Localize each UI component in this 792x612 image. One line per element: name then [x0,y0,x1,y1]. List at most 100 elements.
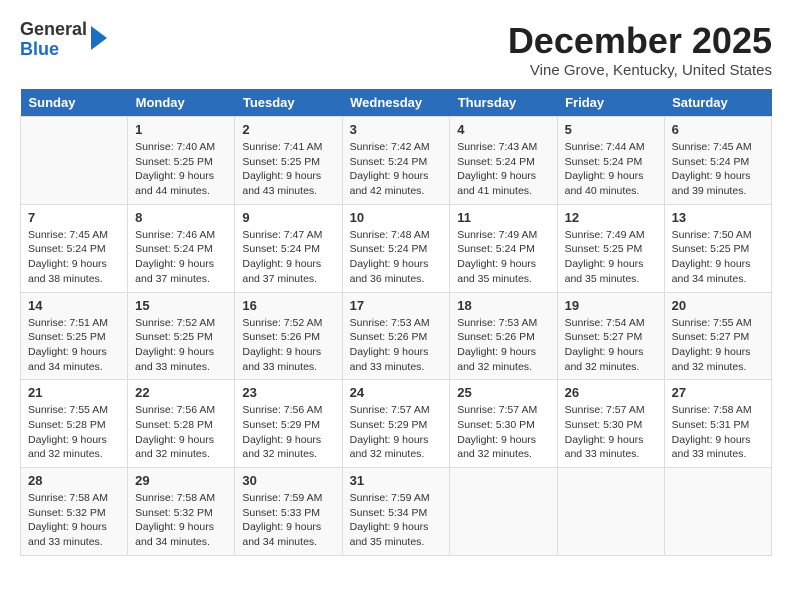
day-number: 6 [672,122,764,137]
week-row-5: 28 Sunrise: 7:58 AM Sunset: 5:32 PM Dayli… [21,468,772,556]
header-friday: Friday [557,89,664,117]
day-cell: 18 Sunrise: 7:53 AM Sunset: 5:26 PM Dayli… [450,292,557,380]
day-cell: 5 Sunrise: 7:44 AM Sunset: 5:24 PM Daylig… [557,117,664,205]
day-info: Sunrise: 7:49 AM Sunset: 5:25 PM Dayligh… [565,228,657,287]
day-number: 20 [672,298,764,313]
day-cell: 15 Sunrise: 7:52 AM Sunset: 5:25 PM Dayli… [128,292,235,380]
header-wednesday: Wednesday [342,89,450,117]
day-cell: 14 Sunrise: 7:51 AM Sunset: 5:25 PM Dayli… [21,292,128,380]
day-number: 10 [350,210,443,225]
day-number: 27 [672,385,764,400]
day-cell: 10 Sunrise: 7:48 AM Sunset: 5:24 PM Dayli… [342,204,450,292]
day-number: 22 [135,385,227,400]
header-tuesday: Tuesday [235,89,342,117]
day-cell: 24 Sunrise: 7:57 AM Sunset: 5:29 PM Dayli… [342,380,450,468]
day-cell: 13 Sunrise: 7:50 AM Sunset: 5:25 PM Dayli… [664,204,771,292]
day-info: Sunrise: 7:56 AM Sunset: 5:28 PM Dayligh… [135,403,227,462]
day-number: 28 [28,473,120,488]
day-cell: 2Sunrise: 7:41 AM Sunset: 5:25 PM Daylig… [235,117,342,205]
day-info: Sunrise: 7:53 AM Sunset: 5:26 PM Dayligh… [457,316,549,375]
day-cell: 20 Sunrise: 7:55 AM Sunset: 5:27 PM Dayli… [664,292,771,380]
day-cell: 23 Sunrise: 7:56 AM Sunset: 5:29 PM Dayli… [235,380,342,468]
day-cell: 19 Sunrise: 7:54 AM Sunset: 5:27 PM Dayli… [557,292,664,380]
week-row-2: 7 Sunrise: 7:45 AM Sunset: 5:24 PM Daylig… [21,204,772,292]
day-info: Sunrise: 7:43 AM Sunset: 5:24 PM Dayligh… [457,140,549,199]
day-number: 18 [457,298,549,313]
days-header-row: SundayMondayTuesdayWednesdayThursdayFrid… [21,89,772,117]
day-number: 14 [28,298,120,313]
day-info: Sunrise: 7:51 AM Sunset: 5:25 PM Dayligh… [28,316,120,375]
logo-general-text: General [20,19,87,39]
day-cell: 12Sunrise: 7:49 AM Sunset: 5:25 PM Dayli… [557,204,664,292]
day-cell: 30Sunrise: 7:59 AM Sunset: 5:33 PM Dayli… [235,468,342,556]
day-info: Sunrise: 7:55 AM Sunset: 5:28 PM Dayligh… [28,403,120,462]
day-info: Sunrise: 7:44 AM Sunset: 5:24 PM Dayligh… [565,140,657,199]
day-info: Sunrise: 7:46 AM Sunset: 5:24 PM Dayligh… [135,228,227,287]
day-info: Sunrise: 7:40 AM Sunset: 5:25 PM Dayligh… [135,140,227,199]
day-cell: 27 Sunrise: 7:58 AM Sunset: 5:31 PM Dayli… [664,380,771,468]
day-number: 23 [242,385,334,400]
day-number: 31 [350,473,443,488]
day-info: Sunrise: 7:52 AM Sunset: 5:25 PM Dayligh… [135,316,227,375]
day-number: 15 [135,298,227,313]
day-cell: 31 Sunrise: 7:59 AM Sunset: 5:34 PM Dayli… [342,468,450,556]
day-number: 9 [242,210,334,225]
day-info: Sunrise: 7:56 AM Sunset: 5:29 PM Dayligh… [242,403,334,462]
day-cell: 7 Sunrise: 7:45 AM Sunset: 5:24 PM Daylig… [21,204,128,292]
day-number: 29 [135,473,227,488]
day-number: 16 [242,298,334,313]
day-number: 7 [28,210,120,225]
day-number: 21 [28,385,120,400]
day-cell: 25Sunrise: 7:57 AM Sunset: 5:30 PM Dayli… [450,380,557,468]
day-info: Sunrise: 7:48 AM Sunset: 5:24 PM Dayligh… [350,228,443,287]
day-number: 17 [350,298,443,313]
day-number: 11 [457,210,549,225]
calendar-table: SundayMondayTuesdayWednesdayThursdayFrid… [20,89,772,556]
day-info: Sunrise: 7:45 AM Sunset: 5:24 PM Dayligh… [672,140,764,199]
day-cell: 1Sunrise: 7:40 AM Sunset: 5:25 PM Daylig… [128,117,235,205]
day-number: 8 [135,210,227,225]
day-cell: 21 Sunrise: 7:55 AM Sunset: 5:28 PM Dayli… [21,380,128,468]
day-info: Sunrise: 7:52 AM Sunset: 5:26 PM Dayligh… [242,316,334,375]
day-info: Sunrise: 7:49 AM Sunset: 5:24 PM Dayligh… [457,228,549,287]
day-number: 26 [565,385,657,400]
day-info: Sunrise: 7:45 AM Sunset: 5:24 PM Dayligh… [28,228,120,287]
day-number: 2 [242,122,334,137]
day-info: Sunrise: 7:59 AM Sunset: 5:34 PM Dayligh… [350,491,443,550]
day-info: Sunrise: 7:58 AM Sunset: 5:32 PM Dayligh… [135,491,227,550]
day-number: 13 [672,210,764,225]
day-number: 19 [565,298,657,313]
day-cell: 4Sunrise: 7:43 AM Sunset: 5:24 PM Daylig… [450,117,557,205]
day-info: Sunrise: 7:54 AM Sunset: 5:27 PM Dayligh… [565,316,657,375]
day-cell [664,468,771,556]
header-saturday: Saturday [664,89,771,117]
day-cell [21,117,128,205]
day-cell: 8 Sunrise: 7:46 AM Sunset: 5:24 PM Daylig… [128,204,235,292]
day-info: Sunrise: 7:53 AM Sunset: 5:26 PM Dayligh… [350,316,443,375]
day-cell: 22 Sunrise: 7:56 AM Sunset: 5:28 PM Dayli… [128,380,235,468]
header: General Blue December 2025 Vine Grove, K… [20,20,772,79]
day-number: 3 [350,122,443,137]
day-info: Sunrise: 7:57 AM Sunset: 5:29 PM Dayligh… [350,403,443,462]
header-thursday: Thursday [450,89,557,117]
logo: General Blue [20,20,107,60]
day-number: 30 [242,473,334,488]
logo-blue-text: Blue [20,39,59,59]
day-cell: 26Sunrise: 7:57 AM Sunset: 5:30 PM Dayli… [557,380,664,468]
week-row-3: 14 Sunrise: 7:51 AM Sunset: 5:25 PM Dayli… [21,292,772,380]
day-cell: 3Sunrise: 7:42 AM Sunset: 5:24 PM Daylig… [342,117,450,205]
day-number: 5 [565,122,657,137]
day-number: 24 [350,385,443,400]
day-cell: 28Sunrise: 7:58 AM Sunset: 5:32 PM Dayli… [21,468,128,556]
header-sunday: Sunday [21,89,128,117]
day-info: Sunrise: 7:50 AM Sunset: 5:25 PM Dayligh… [672,228,764,287]
header-monday: Monday [128,89,235,117]
day-info: Sunrise: 7:58 AM Sunset: 5:31 PM Dayligh… [672,403,764,462]
day-cell: 11 Sunrise: 7:49 AM Sunset: 5:24 PM Dayli… [450,204,557,292]
week-row-4: 21 Sunrise: 7:55 AM Sunset: 5:28 PM Dayli… [21,380,772,468]
day-cell: 6 Sunrise: 7:45 AM Sunset: 5:24 PM Daylig… [664,117,771,205]
day-info: Sunrise: 7:55 AM Sunset: 5:27 PM Dayligh… [672,316,764,375]
week-row-1: 1Sunrise: 7:40 AM Sunset: 5:25 PM Daylig… [21,117,772,205]
logo-block: General Blue [20,20,87,60]
month-title: December 2025 [508,20,772,62]
